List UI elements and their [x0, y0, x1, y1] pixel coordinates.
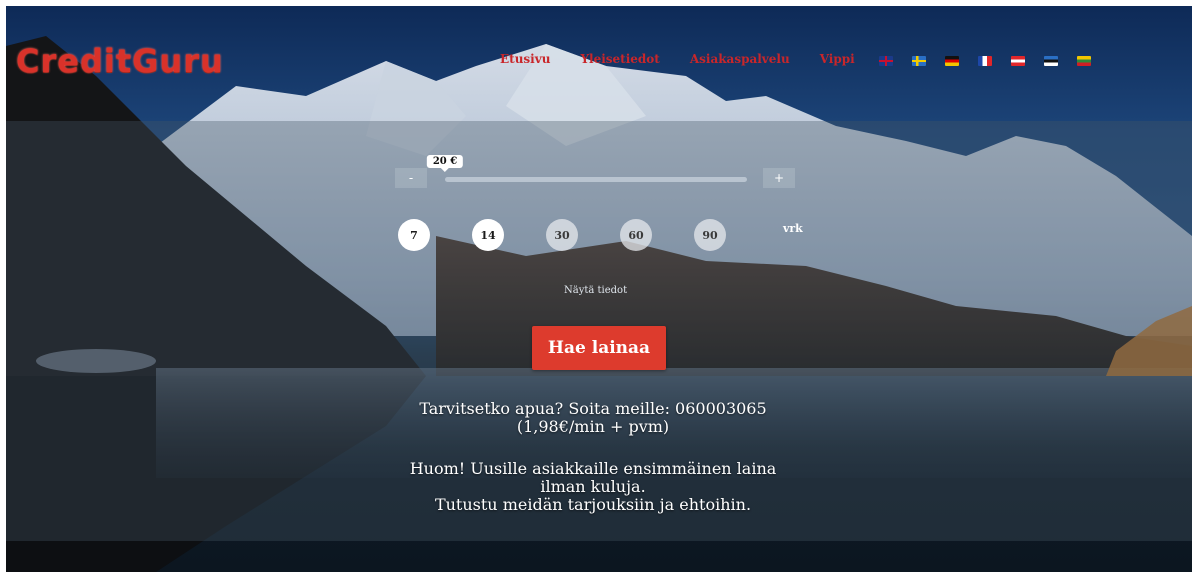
lt-flag-icon[interactable] — [1077, 56, 1091, 66]
notice-line-2: ilman kuluja. — [540, 477, 646, 496]
apply-loan-button[interactable]: Hae lainaa — [532, 326, 666, 370]
new-customer-notice: Huom! Uusille asiakkaille ensimmäinen la… — [0, 460, 1186, 514]
help-phone-line: Tarvitsetko apua? Soita meille: 06000306… — [419, 399, 767, 418]
period-unit-label: vrk — [783, 222, 803, 235]
language-selector — [879, 56, 1091, 66]
period-option-60[interactable]: 60 — [620, 219, 652, 251]
uk-flag-icon[interactable] — [879, 56, 893, 66]
period-option-7[interactable]: 7 — [398, 219, 430, 251]
nav-link-vippi[interactable]: Vippi — [820, 52, 855, 66]
help-text: Tarvitsetko apua? Soita meille: 06000306… — [0, 400, 1186, 436]
amount-value-tooltip: 20 € — [426, 155, 464, 172]
help-price-line: (1,98€/min + pvm) — [516, 417, 670, 436]
notice-line-1: Huom! Uusille asiakkaille ensimmäinen la… — [409, 459, 777, 478]
decrease-amount-button[interactable]: - — [395, 168, 427, 188]
show-details-link[interactable]: Näytä tiedot — [564, 285, 627, 296]
amount-slider-track[interactable]: 20 € — [426, 155, 747, 182]
ee-flag-icon[interactable] — [1044, 56, 1058, 66]
period-option-90[interactable]: 90 — [694, 219, 726, 251]
main-nav: Etusivu Yleisetiedot Asiakaspalvelu Vipp… — [500, 52, 855, 66]
period-option-30[interactable]: 30 — [546, 219, 578, 251]
de-flag-icon[interactable] — [945, 56, 959, 66]
nav-link-asiakaspalvelu[interactable]: Asiakaspalvelu — [690, 52, 790, 66]
se-flag-icon[interactable] — [912, 56, 926, 66]
logo[interactable]: CreditGuru — [16, 42, 224, 80]
period-option-14[interactable]: 14 — [472, 219, 504, 251]
nav-link-etusivu[interactable]: Etusivu — [500, 52, 550, 66]
notice-line-3: Tutustu meidän tarjouksiin ja ehtoihin. — [434, 495, 752, 514]
nav-link-yleisetiedot[interactable]: Yleisetiedot — [580, 52, 659, 66]
amount-slider: - 20 € + — [395, 155, 795, 190]
at-flag-icon[interactable] — [1011, 56, 1025, 66]
increase-amount-button[interactable]: + — [763, 168, 795, 188]
loan-period-selector: 7 14 30 60 90 vrk — [398, 219, 818, 259]
fr-flag-icon[interactable] — [978, 56, 992, 66]
